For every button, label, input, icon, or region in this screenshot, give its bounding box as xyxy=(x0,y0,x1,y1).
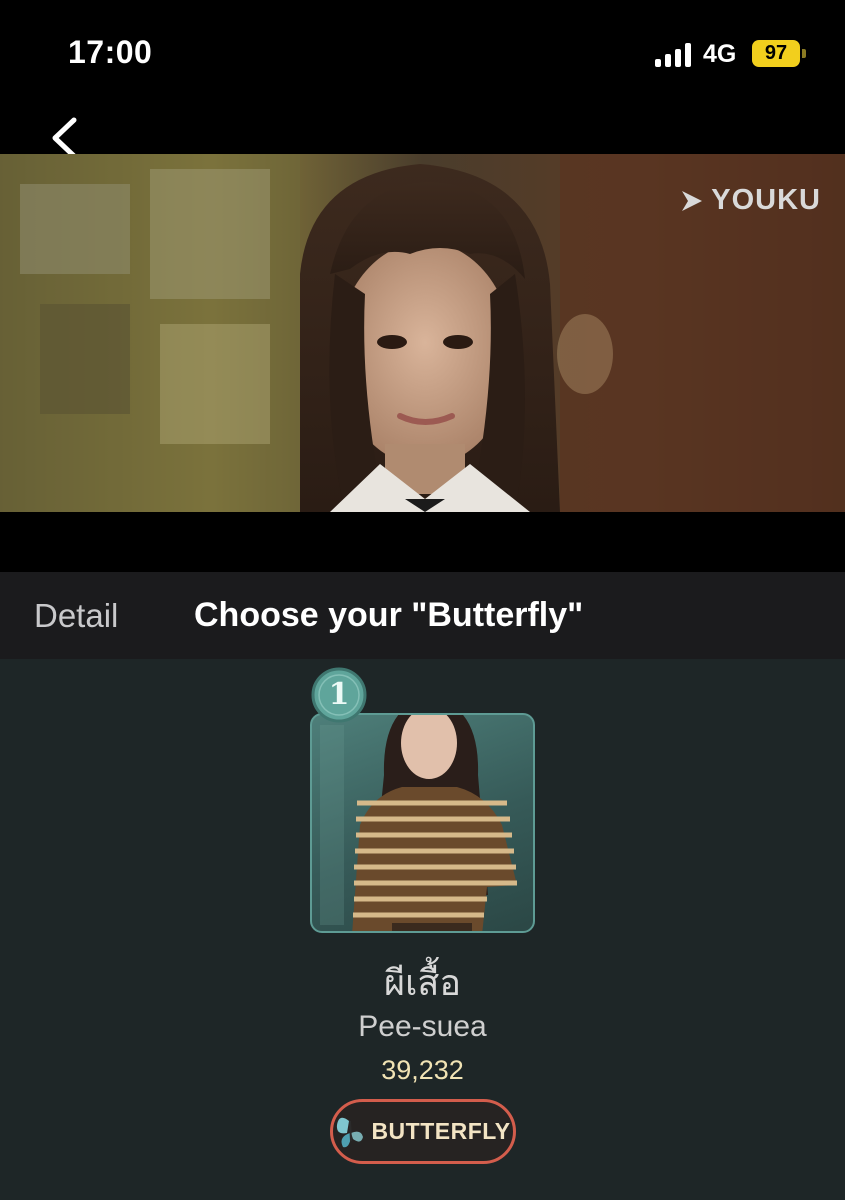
candidate-card-frame xyxy=(310,713,535,933)
battery-icon: 97 xyxy=(752,40,800,67)
candidate-card[interactable] xyxy=(310,713,535,933)
vote-button-label: BUTTERFLY xyxy=(371,1118,511,1144)
tab-bar: Detail Choose your "Butterfly" xyxy=(0,572,845,659)
video-player[interactable]: YOUKU xyxy=(0,154,845,512)
candidate-name-thai: ผีเสื้อ xyxy=(384,962,461,1003)
butterfly-icon xyxy=(337,1117,364,1147)
rank-badge: 1 xyxy=(310,666,368,729)
app-screen: 17:00 4G 97 YOUKU Detail Choose your "Bu… xyxy=(0,0,845,1200)
signal-icon xyxy=(655,43,691,67)
youku-watermark: YOUKU xyxy=(679,184,821,217)
battery-tip xyxy=(802,49,806,58)
vote-butterfly-button[interactable]: BUTTERFLY xyxy=(330,1099,516,1164)
youku-watermark-text: YOUKU xyxy=(711,184,821,216)
status-bar: 17:00 4G 97 xyxy=(0,0,845,100)
play-arrow-icon xyxy=(682,190,703,211)
rank-number: 1 xyxy=(328,677,350,712)
candidate-photo xyxy=(320,715,517,931)
tab-detail[interactable]: Detail xyxy=(34,572,118,659)
vote-count: 39,232 xyxy=(381,1055,464,1085)
status-time: 17:00 xyxy=(68,34,153,70)
network-type: 4G xyxy=(703,40,737,68)
candidate-name-english: Pee-suea xyxy=(358,1010,487,1043)
tab-choose-butterfly[interactable]: Choose your "Butterfly" xyxy=(194,572,583,659)
